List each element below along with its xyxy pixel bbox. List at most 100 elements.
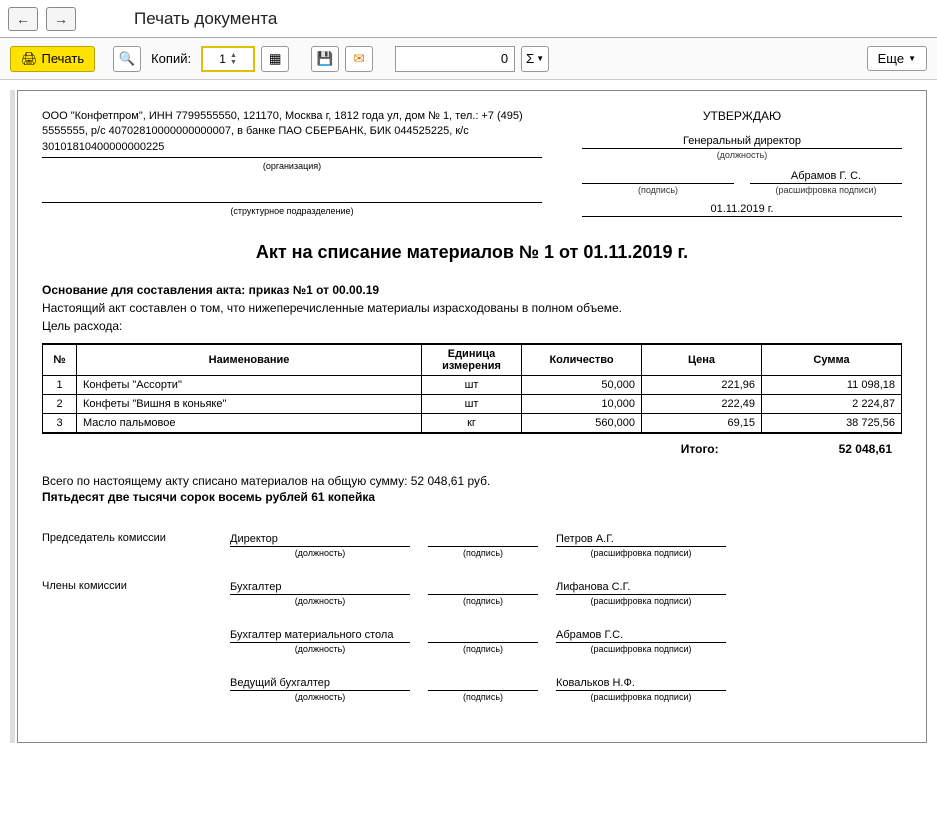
cell-qty: 50,000 bbox=[522, 376, 642, 395]
toolbar: 🖨 Печать 🔍 Копий: 1 ▲▼ ▦ 💾 ✉ Σ▼ Еще ▼ bbox=[0, 38, 937, 80]
cell-unit: шт bbox=[422, 376, 522, 395]
name-hint: (расшифровка подписи) bbox=[556, 644, 726, 654]
printer-icon: 🖨 bbox=[21, 51, 38, 67]
signature-hint: (подпись) bbox=[428, 692, 538, 702]
th-num: № bbox=[43, 344, 77, 376]
th-sum: Сумма bbox=[762, 344, 902, 376]
cell-unit: шт bbox=[422, 395, 522, 414]
cell-qty: 10,000 bbox=[522, 395, 642, 414]
cell-sum: 2 224,87 bbox=[762, 395, 902, 414]
approve-sig-hint: (подпись) bbox=[582, 185, 734, 195]
commission-row: Бухгалтер материального стола(должность)… bbox=[42, 628, 902, 654]
email-button[interactable]: ✉ bbox=[345, 46, 373, 72]
commission-label: Председатель комиссии bbox=[42, 532, 212, 558]
commission-name: Лифанова С.Г. bbox=[556, 580, 726, 595]
position-hint: (должность) bbox=[230, 644, 410, 654]
commission-position: Ведущий бухгалтер bbox=[230, 676, 410, 691]
nav-forward-button[interactable]: → bbox=[46, 7, 76, 31]
total-words: Пятьдесят две тысячи сорок восемь рублей… bbox=[42, 490, 902, 504]
cell-sum: 11 098,18 bbox=[762, 376, 902, 395]
th-price: Цена bbox=[642, 344, 762, 376]
more-button[interactable]: Еще ▼ bbox=[867, 46, 927, 71]
commission-name: Ковальков Н.Ф. bbox=[556, 676, 726, 691]
approve-position: Генеральный директор bbox=[582, 133, 902, 149]
total-sum: 52 048,61 bbox=[839, 442, 892, 456]
number-input[interactable] bbox=[395, 46, 515, 72]
table-row: 2Конфеты "Вишня в коньяке"шт10,000222,49… bbox=[43, 395, 902, 414]
nav-back-button[interactable]: ← bbox=[8, 7, 38, 31]
commission-position: Бухгалтер материального стола bbox=[230, 628, 410, 643]
cell-price: 221,96 bbox=[642, 376, 762, 395]
mail-icon: ✉ bbox=[354, 51, 365, 67]
name-hint: (расшифровка подписи) bbox=[556, 548, 726, 558]
commission-signature bbox=[428, 676, 538, 691]
cell-price: 222,49 bbox=[642, 395, 762, 414]
copies-stepper[interactable]: 1 ▲▼ bbox=[201, 46, 255, 72]
top-bar: ← → Печать документа bbox=[0, 0, 937, 38]
org-hint: (организация) bbox=[42, 160, 542, 173]
commission-signature bbox=[428, 532, 538, 547]
position-hint: (должность) bbox=[230, 596, 410, 606]
materials-table: № Наименование Единица измерения Количес… bbox=[42, 343, 902, 434]
commission-row: Председатель комиссии Директор(должность)… bbox=[42, 532, 902, 558]
cell-name: Масло пальмовое bbox=[77, 414, 422, 434]
name-hint: (расшифровка подписи) bbox=[556, 692, 726, 702]
sum-button[interactable]: Σ▼ bbox=[521, 46, 549, 72]
cell-qty: 560,000 bbox=[522, 414, 642, 434]
save-button[interactable]: 💾 bbox=[311, 46, 339, 72]
approve-name-hint: (расшифровка подписи) bbox=[750, 185, 902, 195]
side-strip bbox=[10, 90, 15, 743]
settings-button[interactable]: ▦ bbox=[261, 46, 289, 72]
print-label: Печать bbox=[42, 51, 85, 66]
note-line-1: Настоящий акт составлен о том, что нижеп… bbox=[42, 301, 902, 315]
copies-value: 1 bbox=[219, 52, 226, 66]
preview-button[interactable]: 🔍 bbox=[113, 46, 141, 72]
sigma-icon: Σ bbox=[526, 51, 534, 66]
document-title: Акт на списание материалов № 1 от 01.11.… bbox=[42, 242, 902, 263]
cell-unit: кг bbox=[422, 414, 522, 434]
cell-num: 2 bbox=[43, 395, 77, 414]
approve-date: 01.11.2019 г. bbox=[582, 201, 902, 217]
commission-position: Директор bbox=[230, 532, 410, 547]
dept-line bbox=[42, 183, 542, 203]
spinner-icon: ▲▼ bbox=[230, 52, 237, 66]
copies-label: Копий: bbox=[147, 51, 195, 66]
page-title: Печать документа bbox=[134, 9, 277, 29]
approve-name: Абрамов Г. С. bbox=[750, 168, 902, 184]
commission-label bbox=[42, 628, 212, 654]
commission-row: Ведущий бухгалтер(должность) (подпись) Ков… bbox=[42, 676, 902, 702]
approve-position-hint: (должность) bbox=[582, 150, 902, 160]
magnifier-icon: 🔍 bbox=[119, 51, 136, 67]
more-label: Еще bbox=[878, 51, 904, 66]
cell-name: Конфеты "Вишня в коньяке" bbox=[77, 395, 422, 414]
position-hint: (должность) bbox=[230, 548, 410, 558]
position-hint: (должность) bbox=[230, 692, 410, 702]
th-qty: Количество bbox=[522, 344, 642, 376]
commission-signature bbox=[428, 580, 538, 595]
commission-label bbox=[42, 676, 212, 702]
chevron-down-icon: ▼ bbox=[908, 54, 916, 63]
cell-sum: 38 725,56 bbox=[762, 414, 902, 434]
table-icon: ▦ bbox=[269, 51, 282, 67]
commission-signature bbox=[428, 628, 538, 643]
table-row: 3Масло пальмовоекг560,00069,1538 725,56 bbox=[43, 414, 902, 434]
commission-block: Председатель комиссииДиректор(должность)… bbox=[42, 532, 902, 702]
save-icon: 💾 bbox=[317, 51, 334, 67]
note-line-2: Цель расхода: bbox=[42, 319, 902, 333]
commission-label: Члены комиссии bbox=[42, 580, 212, 606]
chevron-down-icon: ▼ bbox=[536, 54, 544, 63]
approve-title: УТВЕРЖДАЮ bbox=[582, 109, 902, 123]
cell-price: 69,15 bbox=[642, 414, 762, 434]
cell-num: 3 bbox=[43, 414, 77, 434]
signature-hint: (подпись) bbox=[428, 644, 538, 654]
print-button[interactable]: 🖨 Печать bbox=[10, 46, 95, 72]
name-hint: (расшифровка подписи) bbox=[556, 596, 726, 606]
document-page: ООО "Конфетпром", ИНН 7799555550, 121170… bbox=[17, 90, 927, 743]
signature-hint: (подпись) bbox=[428, 596, 538, 606]
table-row: 1Конфеты "Ассорти"шт50,000221,9611 098,1… bbox=[43, 376, 902, 395]
basis-line: Основание для составления акта: приказ №… bbox=[42, 283, 902, 297]
total-label: Итого: bbox=[681, 442, 719, 456]
total-line-text: Всего по настоящему акту списано материа… bbox=[42, 474, 902, 488]
commission-row: Члены комиссии Бухгалтер(должность) (подпи… bbox=[42, 580, 902, 606]
commission-position: Бухгалтер bbox=[230, 580, 410, 595]
